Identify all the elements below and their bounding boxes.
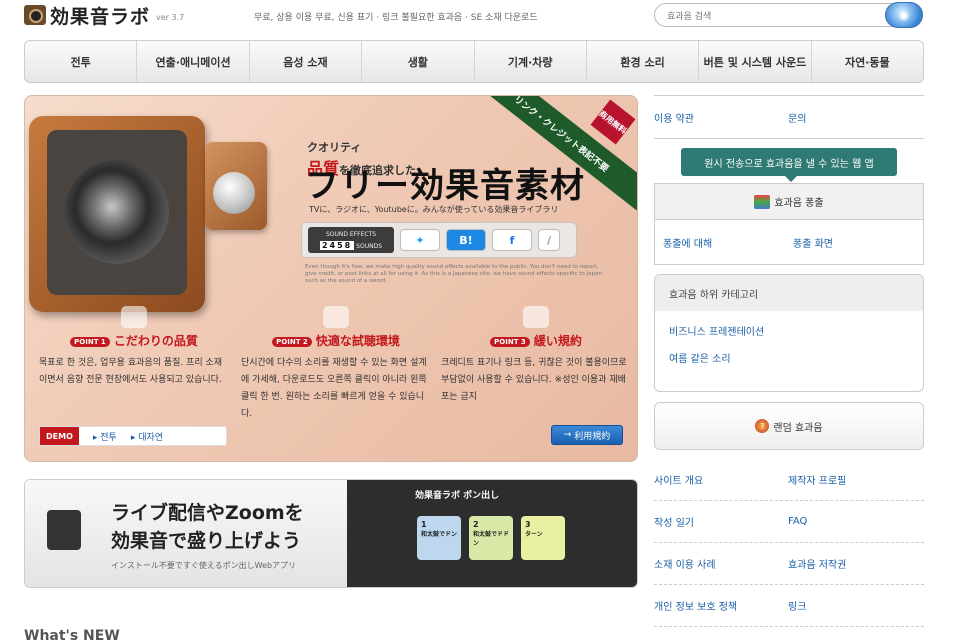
slash-share-button[interactable]: / [538, 229, 560, 251]
speaker-logo-icon [24, 5, 46, 25]
globe-search-icon: ◉ [898, 8, 910, 22]
demo-link-battle[interactable]: ▸ 전투 [93, 430, 117, 443]
share-row: SOUND EFFECTS 2458 SOUNDS ✦ B! f / [301, 222, 577, 258]
point-title: 快適な試聴環境 [315, 334, 400, 348]
sidebar: 이용 약관 문의 원시 전송으로 효과음을 낼 수 있는 웹 앱 효과음 퐁출 … [654, 95, 924, 627]
banner-line-2: 効果音で盛り上げよう [111, 530, 302, 552]
pad-3: 3 ターン [521, 516, 565, 560]
sound-counter: SOUND EFFECTS 2458 SOUNDS [308, 227, 394, 253]
hatena-icon: B! [459, 233, 473, 247]
pad-1: 1 和太鼓でドン [417, 516, 461, 560]
search-box: ◉ [654, 2, 923, 28]
facebook-share-button[interactable]: f [492, 229, 532, 251]
logo-text: 効果音ラボ [50, 5, 151, 28]
site-tagline: 무료, 상용 이용 무료, 신용 표기 · 링크 불필요한 효과음 · SE 소… [254, 13, 538, 23]
demo-bar: DEMO ▸ 전투 ▸ 대자연 [39, 426, 227, 446]
gacha-title: 효과음 퐁출 [774, 198, 824, 209]
usage-cases-link[interactable]: 소재 이용 사례 [654, 556, 788, 571]
pad-2: 2 和太鼓でドドン [469, 516, 513, 560]
subcat-link-summer[interactable]: 여름 같은 소리 [669, 350, 923, 365]
nav-item-life[interactable]: 생활 [362, 41, 475, 82]
version-label: ver 3.7 [156, 12, 185, 22]
nav-item-voice[interactable]: 음성 소재 [250, 41, 363, 82]
launchpad-icon [47, 510, 81, 550]
search-button[interactable]: ◉ [885, 2, 923, 28]
nav-item-environment[interactable]: 환경 소리 [587, 41, 700, 82]
category-nav: 전투 연출·애니메이션 음성 소재 생활 기계·차량 환경 소리 버튼 및 시스… [24, 40, 924, 83]
counter-unit: SOUNDS [356, 243, 383, 250]
counter-value: 2458 [319, 241, 355, 250]
whats-new-heading: What's NEW [24, 628, 120, 644]
facebook-icon: f [509, 233, 515, 247]
nav-item-animation[interactable]: 연출·애니메이션 [137, 41, 250, 82]
random-sound-button[interactable]: ? 랜덤 효과음 [654, 402, 924, 450]
point-body: 크레디트 표기나 링크 등, 귀찮은 것이 불용이므로 부담없이 사용할 수 있… [441, 358, 627, 402]
point-1: POINT 1 こだわりの品質 목표로 한 것은, 업무용 효과음의 품질. 프리… [39, 306, 229, 389]
gacha-icon [754, 194, 771, 209]
app-label: 効果音ラボ ポン出し [415, 491, 500, 501]
hero-banner: リンク・クレジット表記不要 商用無料 クオリティ 品質を徹底追求した フリー効果… [24, 95, 638, 462]
point-title: こだわりの品質 [113, 334, 198, 348]
nav-item-nature[interactable]: 자연·동물 [812, 41, 923, 82]
point-title: 緩い規約 [533, 334, 582, 348]
nav-item-system-sound[interactable]: 버튼 및 시스템 사운드 [699, 41, 812, 82]
rules-button[interactable]: → 利用規約 [551, 425, 623, 445]
small-speaker-image [205, 142, 267, 230]
links-link[interactable]: 링크 [788, 598, 922, 613]
point-tag: POINT 2 [272, 336, 312, 347]
subcat-link-business[interactable]: 비즈니스 프레젠테이션 [669, 323, 923, 338]
hero-title: フリー効果音素材 [305, 166, 585, 206]
point-3: POINT 3 緩い規約 크레디트 표기나 링크 등, 귀찮은 것이 불용이므로 … [441, 306, 631, 406]
gacha-screen-link[interactable]: 퐁출 화면 [793, 235, 923, 250]
faq-link[interactable]: FAQ [788, 516, 922, 527]
gacha-box: 효과음 퐁출 퐁출에 대해 퐁출 화면 [654, 183, 924, 265]
terms-link[interactable]: 이용 약관 [654, 110, 788, 125]
demo-link-nature[interactable]: ▸ 대자연 [131, 430, 163, 443]
diary-link[interactable]: 작성 일기 [654, 514, 788, 529]
twitter-icon: ✦ [415, 233, 425, 247]
horn-icon [121, 306, 147, 328]
site-overview-link[interactable]: 사이트 개요 [654, 472, 788, 487]
point-body: 단시간에 다수의 소리를 재생할 수 있는 화면 설계에 가세해, 다운로드도 … [241, 358, 427, 419]
slash-icon: / [546, 233, 552, 247]
web-app-badge[interactable]: 원시 전송으로 효과음을 낼 수 있는 웹 앱 [681, 148, 897, 182]
document-icon [523, 306, 549, 328]
sidebar-links: 사이트 개요 제작자 프로필 작성 일기 FAQ 소재 이용 사례 효과음 저작권 개… [654, 459, 924, 627]
speaker-image [29, 116, 205, 312]
point-2: POINT 2 快適な試聴環境 단시간에 다수의 소리를 재생할 수 있는 화면 … [241, 306, 431, 423]
quality-prefix: クオリティ [307, 141, 362, 154]
hero-english-note: Even though it's free, we make high qual… [305, 264, 602, 284]
question-icon: ? [755, 419, 770, 433]
demo-label: DEMO [40, 427, 79, 445]
banner-line-3: インストール不要ですぐ使えるポン出しWebアプリ [111, 561, 297, 570]
live-app-banner[interactable]: ライブ配信やZoomを 効果音で盛り上げよう インストール不要ですぐ使えるポン出… [24, 479, 638, 588]
point-tag: POINT 1 [70, 336, 110, 347]
point-tag: POINT 3 [490, 336, 530, 347]
twitter-share-button[interactable]: ✦ [400, 229, 440, 251]
commercial-free-tag: 商用無料 [590, 99, 636, 145]
copyright-link[interactable]: 효과음 저작권 [788, 556, 922, 571]
nav-item-machine[interactable]: 기계·차량 [475, 41, 587, 82]
contact-link[interactable]: 문의 [788, 110, 922, 125]
site-logo[interactable]: 効果音ラボ ver 3.7 [24, 2, 184, 28]
hero-subtitle: TVに、ラジオに、Youtubeに。みんなが使っている効果音ライブラリ [309, 205, 559, 214]
subcategory-title: 효과음 하위 카테고리 [655, 275, 923, 311]
subcategory-box: 효과음 하위 카테고리 비즈니스 프레젠테이션 여름 같은 소리 [654, 274, 924, 392]
hatena-share-button[interactable]: B! [446, 229, 486, 251]
search-input[interactable] [665, 7, 895, 27]
creator-profile-link[interactable]: 제작자 프로필 [788, 472, 922, 487]
point-body: 목표로 한 것은, 업무용 효과음의 품질. 프리 소재이면서 음향 전문 현장… [39, 358, 223, 385]
banner-line-1: ライブ配信やZoomを [111, 502, 304, 524]
nav-item-battle[interactable]: 전투 [25, 41, 138, 82]
about-gacha-link[interactable]: 퐁출에 대해 [663, 235, 793, 250]
mouse-icon [323, 306, 349, 328]
privacy-policy-link[interactable]: 개인 정보 보호 정책 [654, 598, 788, 613]
counter-label: SOUND EFFECTS [325, 231, 377, 238]
